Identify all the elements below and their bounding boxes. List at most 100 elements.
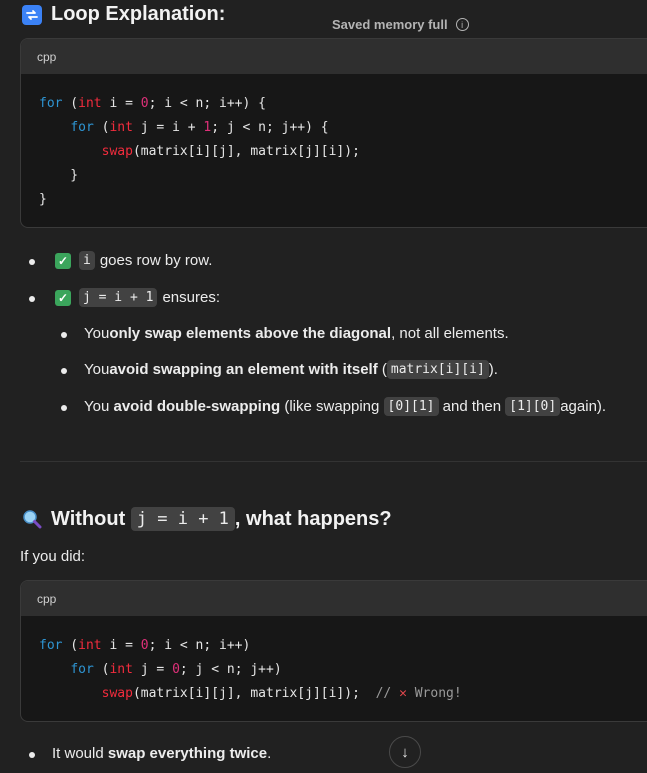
- code-token: for: [39, 96, 63, 111]
- code-line: for (int i = 0; i < n; i++) {: [39, 92, 647, 116]
- sub-bullet-dot: [61, 368, 67, 374]
- saved-memory-label: Saved memory full: [332, 17, 448, 32]
- heading-text: , what happens?: [234, 507, 392, 530]
- section-heading-loop-explanation: Loop Explanation:: [22, 3, 225, 26]
- list-item: ✓ i goes row by row.: [55, 251, 212, 270]
- saved-memory-status[interactable]: Saved memory full i: [332, 17, 469, 32]
- bullet-dot: [29, 296, 35, 302]
- code-line: swap(matrix[i][j], matrix[j][i]);: [39, 140, 647, 164]
- code-token: swap: [101, 144, 133, 159]
- inline-code: j = i + 1: [79, 288, 158, 307]
- code-token: (: [62, 638, 79, 653]
- paragraph: If you did:: [20, 548, 86, 565]
- code-block-2: cpp for (int i = 0; i < n; i++) for (int…: [20, 580, 647, 722]
- code-token: j =: [132, 662, 173, 677]
- sub-bullet-dot: [61, 332, 67, 338]
- sub-bullet-dot: [61, 405, 67, 411]
- code-token: for: [70, 662, 94, 677]
- inline-code: i: [79, 251, 95, 270]
- check-icon: ✓: [55, 289, 71, 306]
- text: , not all elements.: [391, 325, 509, 342]
- code-token: //: [375, 686, 400, 701]
- text: .: [267, 745, 272, 762]
- bullet-dot: [29, 259, 35, 265]
- heading-text: Without: [51, 507, 131, 530]
- list-item: It would swap everything twice .: [52, 745, 271, 762]
- magnifier-icon: [22, 509, 42, 529]
- text: ).: [488, 361, 498, 378]
- code-token: int: [78, 638, 102, 653]
- code-token: int: [78, 96, 102, 111]
- list-item-text: goes row by row.: [99, 252, 213, 269]
- code-content: for (int i = 0; i < n; i++) { for (int j…: [21, 74, 647, 212]
- code-line: swap(matrix[i][j], matrix[j][i]); // ✕ W…: [39, 682, 647, 706]
- list-item-text: ensures:: [162, 289, 220, 306]
- check-icon: ✓: [55, 252, 71, 269]
- bold-text: swap everything twice: [107, 745, 268, 762]
- text: You: [84, 361, 110, 378]
- code-token: 0: [140, 96, 149, 111]
- text: again).: [560, 398, 607, 415]
- code-token: Wrong!: [406, 686, 462, 701]
- code-token: for: [70, 120, 94, 135]
- code-line: for (int i = 0; i < n; i++): [39, 634, 647, 658]
- scroll-down-button[interactable]: ↓: [389, 736, 421, 768]
- code-token: ; i < n; i++): [148, 638, 251, 653]
- bold-text: only swap elements above the diagonal: [109, 325, 392, 342]
- heading-text: Loop Explanation:: [51, 3, 226, 25]
- inline-code: matrix[i][i]: [386, 360, 489, 379]
- cross-mark-icon: ✕: [399, 686, 407, 701]
- code-token: ; i < n; i++) {: [148, 96, 266, 111]
- code-token: ; j < n; j++): [179, 662, 282, 677]
- code-token: int: [109, 662, 133, 677]
- code-line: }: [39, 188, 647, 212]
- inline-code: j = i + 1: [130, 507, 235, 531]
- bold-text: avoid double-swapping: [113, 398, 281, 415]
- code-token: for: [39, 638, 63, 653]
- code-token: (: [93, 120, 110, 135]
- text: (: [377, 361, 387, 378]
- code-token: swap: [101, 686, 133, 701]
- code-token: (matrix[i][j], matrix[j][i]);: [132, 144, 360, 159]
- code-token: (: [93, 662, 110, 677]
- sub-list-item: You only swap elements above the diagona…: [84, 325, 509, 342]
- code-token: (: [62, 96, 79, 111]
- code-language-label: cpp: [37, 49, 57, 64]
- code-token: }: [39, 168, 79, 183]
- arrow-down-icon: ↓: [401, 743, 409, 761]
- code-token: 0: [140, 638, 149, 653]
- code-token: j = i +: [132, 120, 204, 135]
- bullet-dot: [29, 752, 35, 758]
- text: (like swapping: [280, 398, 384, 415]
- text: It would: [52, 745, 108, 762]
- section-heading-without: Without j = i + 1 , what happens?: [22, 507, 392, 531]
- code-line: for (int j = i + 1; j < n; j++) {: [39, 116, 647, 140]
- code-token: (matrix[i][j], matrix[j][i]);: [132, 686, 376, 701]
- code-content: for (int i = 0; i < n; i++) for (int j =…: [21, 616, 647, 706]
- code-token: i =: [101, 96, 141, 111]
- code-line: for (int j = 0; j < n; j++): [39, 658, 647, 682]
- text: and then: [438, 398, 506, 415]
- list-item: ✓ j = i + 1 ensures:: [55, 288, 220, 307]
- code-language-label: cpp: [37, 591, 57, 606]
- code-token: 0: [172, 662, 180, 677]
- code-token: }: [39, 192, 47, 207]
- code-line: }: [39, 164, 647, 188]
- code-block-header: cpp: [21, 581, 647, 616]
- code-token: ; j < n; j++) {: [211, 120, 329, 135]
- code-block-1: cpp for (int i = 0; i < n; i++) { for (i…: [20, 38, 647, 228]
- text: You: [84, 325, 110, 342]
- divider: [20, 461, 647, 462]
- code-block-header: cpp: [21, 39, 647, 74]
- inline-code: [1][0]: [505, 397, 561, 416]
- info-icon[interactable]: i: [455, 18, 469, 31]
- sub-list-item: You avoid double-swapping (like swapping…: [84, 397, 606, 416]
- code-token: i =: [101, 638, 141, 653]
- inline-code: [0][1]: [383, 397, 439, 416]
- code-token: int: [109, 120, 133, 135]
- sub-list-item: You avoid swapping an element with itsel…: [84, 360, 498, 379]
